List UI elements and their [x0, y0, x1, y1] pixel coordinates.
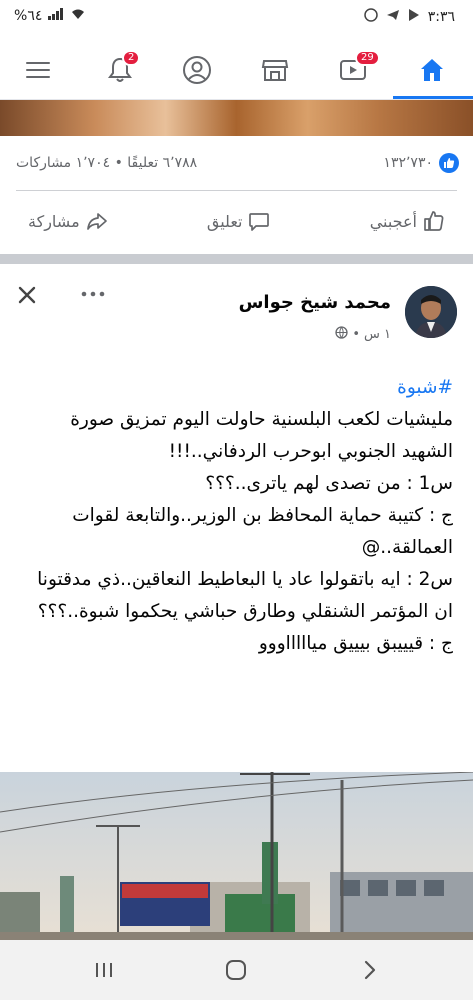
likes-count: ١٣٢٬٧٣٠ [383, 155, 433, 171]
home-system-button[interactable] [216, 954, 256, 986]
profile-button[interactable] [175, 48, 219, 92]
more-icon [81, 291, 105, 297]
likes-summary[interactable]: ١٣٢٬٧٣٠ [383, 153, 459, 173]
author-avatar[interactable] [405, 286, 457, 338]
video-badge: 29 [355, 50, 380, 66]
meta-dot: • [352, 327, 360, 342]
post-line: س2 : ايه باتقولوا عاد يا البعاطيط النعاق… [37, 569, 453, 622]
comment-button[interactable]: تعليق [195, 204, 283, 238]
post-actions: أعجبني تعليق مشاركة [16, 196, 457, 246]
avatar-image [405, 286, 457, 338]
shares-count: ١٬٧٠٤ مشاركات [16, 155, 111, 171]
post-line: ج : قيييبق بيييق مياااااووو [258, 633, 453, 654]
globe-icon [335, 326, 348, 343]
post-text: #شبوة مليشيات لكعب البلسنية حاولت اليوم … [20, 372, 453, 660]
profile-icon [183, 56, 211, 84]
system-navigation-bar [0, 940, 473, 1000]
post-line: ج : كتيبة حماية المحافظ بن الوزير..والتا… [72, 505, 453, 558]
engagement-summary[interactable]: ٦٬٧٨٨ تعليقًا • ١٬٧٠٤ مشاركات [16, 155, 197, 171]
time-text: ٣:٣٦ [427, 9, 455, 25]
street-scene-image [0, 772, 473, 940]
post-line: مليشيات لكعب البلسنية حاولت اليوم تمزيق … [70, 409, 453, 462]
back-chevron-icon [364, 960, 376, 980]
status-bar: %٦٤ ٣:٣٦ [0, 0, 473, 40]
like-button[interactable]: أعجبني [358, 204, 457, 238]
notifications-badge: 2 [122, 50, 141, 66]
thumbs-up-icon [424, 211, 444, 231]
whatsapp-icon [363, 8, 378, 26]
notifications-button[interactable]: 2 [98, 48, 142, 92]
video-button[interactable]: 29 [331, 48, 380, 92]
home-circle-icon [226, 960, 246, 980]
wifi-icon [70, 8, 86, 24]
previous-post-stats: ١٣٢٬٧٣٠ ٦٬٧٨٨ تعليقًا • ١٬٧٠٤ مشاركات [16, 148, 459, 178]
status-left: %٦٤ [14, 8, 86, 24]
comment-icon [249, 213, 270, 231]
status-right: ٣:٣٦ [363, 8, 455, 26]
like-reaction-icon [439, 153, 459, 173]
home-button[interactable] [410, 48, 454, 92]
recent-apps-button[interactable] [84, 954, 124, 986]
share-button[interactable]: مشاركة [16, 204, 120, 238]
close-icon [18, 286, 36, 304]
top-nav: 2 29 [0, 40, 473, 100]
post-header: محمد شيخ جواس ١ س • [0, 264, 473, 364]
comments-count: ٦٬٧٨٨ تعليقًا [127, 155, 198, 171]
author-name[interactable]: محمد شيخ جواس [239, 292, 391, 313]
more-options-button[interactable] [78, 284, 108, 304]
post-time[interactable]: ١ س [364, 327, 391, 342]
share-label: مشاركة [28, 211, 80, 231]
feed-separator [0, 254, 473, 264]
play-store-icon [408, 8, 420, 26]
post-line: س1 : من تصدى لهم ياترى..؟؟؟ [205, 473, 453, 494]
marketplace-button[interactable] [253, 48, 297, 92]
post-hashtag[interactable]: #شبوة [20, 372, 453, 404]
previous-post-image[interactable] [0, 100, 473, 136]
telegram-icon [386, 8, 400, 26]
recent-apps-icon [96, 963, 112, 977]
post-meta: ١ س • [335, 326, 391, 343]
home-icon [421, 59, 443, 81]
menu-button[interactable] [16, 48, 60, 92]
post-photo[interactable] [0, 772, 473, 940]
menu-icon [26, 62, 50, 78]
comment-label: تعليق [206, 211, 243, 231]
marketplace-icon [261, 60, 289, 81]
stats-divider [16, 190, 457, 191]
like-label: أعجبني [369, 211, 417, 231]
hide-post-button[interactable] [14, 282, 40, 308]
active-tab-indicator [393, 96, 473, 99]
battery-text: %٦٤ [14, 8, 43, 24]
stats-dot: • [114, 155, 123, 171]
share-icon [86, 213, 107, 230]
back-button[interactable] [350, 954, 390, 986]
signal-icon [48, 8, 64, 24]
